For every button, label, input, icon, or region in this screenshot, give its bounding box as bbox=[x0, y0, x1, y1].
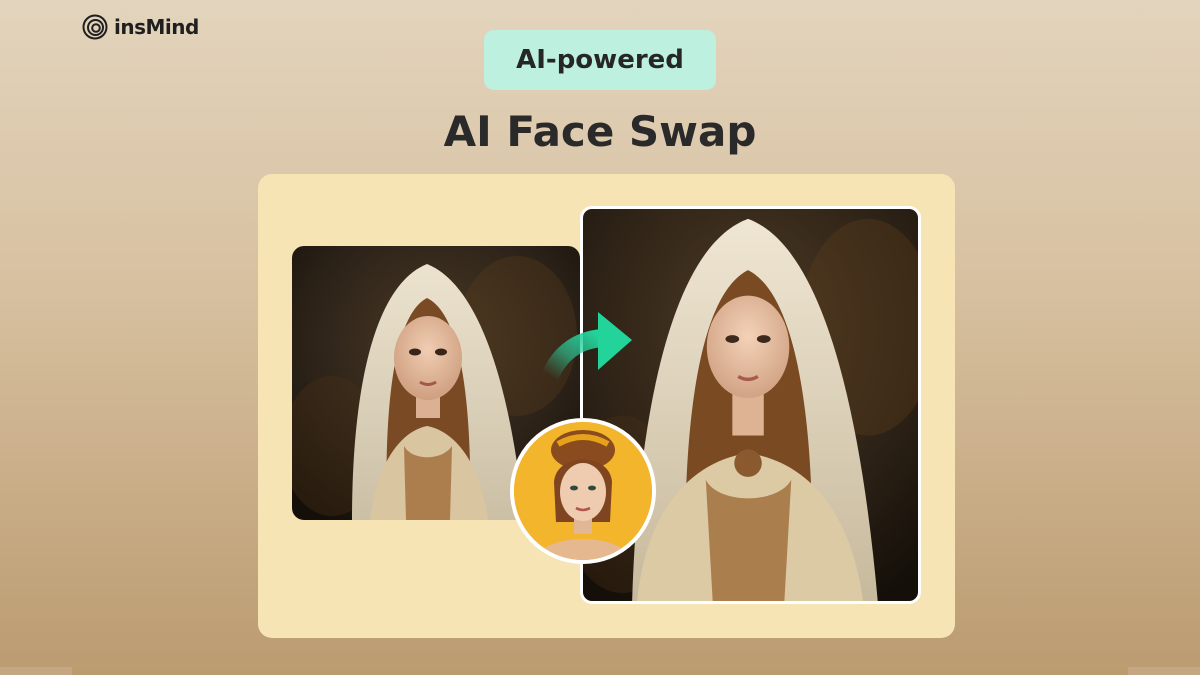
brand-name: insMind bbox=[114, 15, 199, 39]
green-curved-arrow-icon bbox=[541, 312, 632, 385]
ai-powered-badge: AI-powered bbox=[484, 30, 716, 90]
page-title: AI Face Swap bbox=[443, 107, 757, 156]
brand-logo[interactable]: insMind bbox=[82, 13, 199, 41]
concentric-circles-icon bbox=[82, 14, 108, 40]
edge-mark-right bbox=[1128, 667, 1200, 675]
edge-mark-left bbox=[0, 667, 72, 675]
source-face-image bbox=[510, 418, 656, 564]
